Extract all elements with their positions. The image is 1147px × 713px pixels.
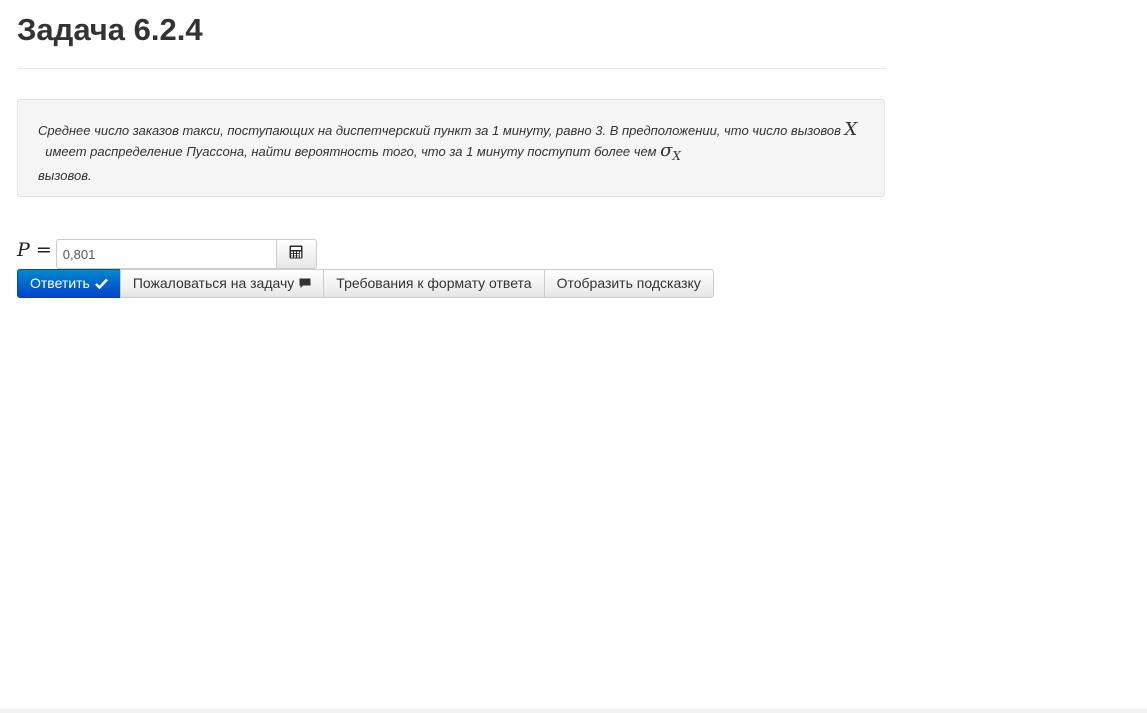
- calculator-icon: [289, 245, 303, 264]
- submit-button[interactable]: Ответить: [17, 269, 121, 298]
- title-divider: [17, 68, 887, 69]
- answer-input[interactable]: [55, 239, 276, 269]
- answer-format-label: Требования к формату ответа: [336, 275, 532, 291]
- show-hint-label: Отобразить подсказку: [556, 275, 701, 291]
- checkmark-icon: [94, 278, 108, 289]
- math-sigma-subscript: X: [672, 149, 681, 163]
- comment-icon: [299, 278, 311, 289]
- problem-text: Среднее число заказов такси, поступающих…: [38, 120, 864, 186]
- submit-button-label: Ответить: [30, 275, 90, 291]
- problem-text-part1: Среднее число заказов такси, поступающих…: [38, 123, 841, 138]
- answer-label-var: P: [17, 239, 30, 261]
- answer-label: P =: [17, 239, 52, 261]
- action-button-group: Ответить Пожаловаться на задачу Требован…: [17, 269, 714, 298]
- problem-text-part2: имеет распределение Пуассона, найти веро…: [45, 144, 657, 159]
- answer-row: P =: [17, 239, 317, 269]
- report-problem-button[interactable]: Пожаловаться на задачу: [119, 269, 325, 298]
- report-problem-label: Пожаловаться на задачу: [132, 275, 295, 291]
- answer-format-button[interactable]: Требования к формату ответа: [323, 269, 545, 298]
- problem-text-part3: вызовов.: [38, 168, 92, 183]
- page-title: Задача 6.2.4: [17, 12, 203, 47]
- bottom-edge: [0, 709, 1147, 713]
- show-hint-button[interactable]: Отобразить подсказку: [543, 269, 714, 298]
- math-sigma: σ: [660, 140, 673, 161]
- calculator-button[interactable]: [275, 239, 317, 269]
- problem-statement: Среднее число заказов такси, поступающих…: [17, 99, 885, 197]
- math-variable-x: X: [844, 119, 858, 140]
- answer-label-eq: =: [35, 239, 52, 261]
